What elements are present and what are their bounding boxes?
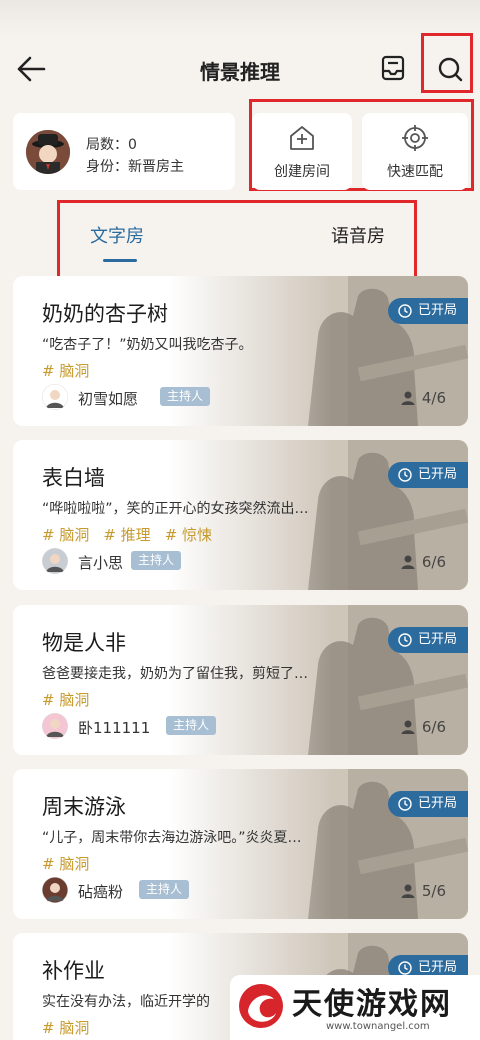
player-count-text: 4/6	[421, 389, 446, 407]
players-icon	[401, 555, 415, 569]
room-description: “儿子，周末带你去海边游泳吧。”炎炎夏…	[42, 830, 302, 846]
page-title: 情景推理	[200, 60, 280, 84]
host-name: 初雪如愿	[78, 390, 139, 408]
room-tags: # 脑洞	[42, 689, 103, 710]
host-avatar[interactable]	[42, 713, 68, 739]
status-badge: 已开局	[388, 298, 468, 324]
host-badge: 主持人	[166, 716, 217, 735]
room-title: 补作业	[42, 959, 105, 983]
room-card[interactable]: 奶奶的杏子树 “吃杏子了！”奶奶又叫我吃杏子。 # 脑洞 已开局初雪如愿 主持人 4/6	[13, 276, 468, 426]
watermark-url: www.townangel.com	[326, 1021, 430, 1032]
room-description: “吃杏子了！”奶奶又叫我吃杏子。	[42, 337, 253, 353]
room-title: 奶奶的杏子树	[42, 302, 168, 326]
host-name: 言小思	[78, 554, 124, 572]
create-room-label: 创建房间	[274, 164, 330, 180]
room-tag: # 脑洞	[42, 362, 90, 380]
room-tags: # 脑洞	[42, 853, 103, 874]
inbox-icon	[381, 55, 405, 81]
player-count-text: 6/6	[421, 553, 446, 571]
status-badge: 已开局	[388, 627, 468, 653]
host-badge: 主持人	[131, 551, 182, 570]
watermark: 天使游戏网 www.townangel.com	[230, 975, 480, 1040]
top-nav-bar: 情景推理	[0, 36, 480, 100]
target-icon	[402, 125, 428, 151]
room-title: 周末游泳	[42, 795, 126, 819]
room-title: 表白墙	[42, 466, 105, 490]
host-badge: 主持人	[139, 880, 190, 899]
status-text: 已开局	[418, 632, 458, 647]
tab-voice-room[interactable]: 语音房	[331, 222, 385, 248]
players-icon	[401, 391, 415, 405]
quick-match-label: 快速匹配	[387, 164, 443, 180]
room-tag: # 脑洞	[42, 855, 90, 873]
players-icon	[401, 884, 415, 898]
room-title: 物是人非	[42, 631, 126, 655]
room-tags: # 脑洞	[42, 1017, 103, 1038]
room-tag: # 脑洞	[42, 691, 90, 709]
clock-icon	[398, 961, 412, 975]
player-count-text: 5/6	[421, 882, 446, 900]
host-avatar[interactable]	[42, 548, 68, 574]
room-card[interactable]: 表白墙 “哗啦啦啦”，笑的正开心的女孩突然流出… # 脑洞 # 推理 # 惊悚 已开局言小…	[13, 440, 468, 590]
room-description: 爸爸要接走我，奶奶为了留住我，剪短了…	[42, 666, 308, 682]
host-avatar[interactable]	[42, 384, 68, 410]
active-tab-indicator	[103, 259, 137, 262]
avatar[interactable]	[26, 130, 70, 174]
create-room-button[interactable]: 创建房间	[252, 113, 352, 190]
host-name: 砧癌粉	[78, 883, 124, 901]
search-button[interactable]	[434, 53, 466, 85]
status-badge: 已开局	[388, 462, 468, 488]
detective-avatar-icon	[26, 130, 70, 174]
tab-text-room[interactable]: 文字房	[90, 222, 144, 248]
identity-text: 身份：新晋房主	[86, 159, 184, 175]
host-name: 卧111111	[78, 719, 151, 737]
host-avatar[interactable]	[42, 877, 68, 903]
brand-logo-icon	[239, 984, 283, 1028]
room-tag: # 惊悚	[164, 526, 213, 544]
room-tags: # 脑洞 # 推理 # 惊悚	[42, 524, 226, 545]
clock-icon	[398, 468, 412, 482]
player-count: 6/6	[401, 718, 446, 736]
profile-card: 局数：0 身份：新晋房主	[13, 113, 235, 190]
room-tag: # 脑洞	[42, 1019, 90, 1037]
player-count: 5/6	[401, 882, 446, 900]
players-icon	[401, 720, 415, 734]
room-card[interactable]: 物是人非爸爸要接走我，奶奶为了留住我，剪短了… # 脑洞 已开局卧111111 主持人…	[13, 605, 468, 755]
host-badge: 主持人	[160, 387, 211, 406]
room-tag: # 推理	[103, 526, 151, 544]
room-card[interactable]: 周末游泳 “儿子，周末带你去海边游泳吧。”炎炎夏… # 脑洞 已开局砧癌粉 主持人 5/6	[13, 769, 468, 919]
status-text: 已开局	[418, 796, 458, 811]
room-tags: # 脑洞	[42, 360, 103, 381]
clock-icon	[398, 304, 412, 318]
house-plus-icon	[290, 126, 314, 150]
status-text: 已开局	[418, 960, 458, 975]
clock-icon	[398, 797, 412, 811]
clock-icon	[398, 633, 412, 647]
status-badge: 已开局	[388, 791, 468, 817]
player-count: 4/6	[401, 389, 446, 407]
status-text: 已开局	[418, 467, 458, 482]
room-tag: # 脑洞	[42, 526, 90, 544]
games-count: 局数：0	[86, 137, 137, 153]
room-description: “哗啦啦啦”，笑的正开心的女孩突然流出…	[42, 501, 309, 517]
status-text: 已开局	[418, 303, 458, 318]
inbox-button[interactable]	[378, 53, 408, 83]
quick-match-button[interactable]: 快速匹配	[362, 113, 468, 190]
search-icon	[438, 57, 463, 82]
player-count: 6/6	[401, 553, 446, 571]
status-bar	[0, 0, 480, 36]
player-count-text: 6/6	[421, 718, 446, 736]
watermark-brand: 天使游戏网	[292, 987, 452, 1022]
